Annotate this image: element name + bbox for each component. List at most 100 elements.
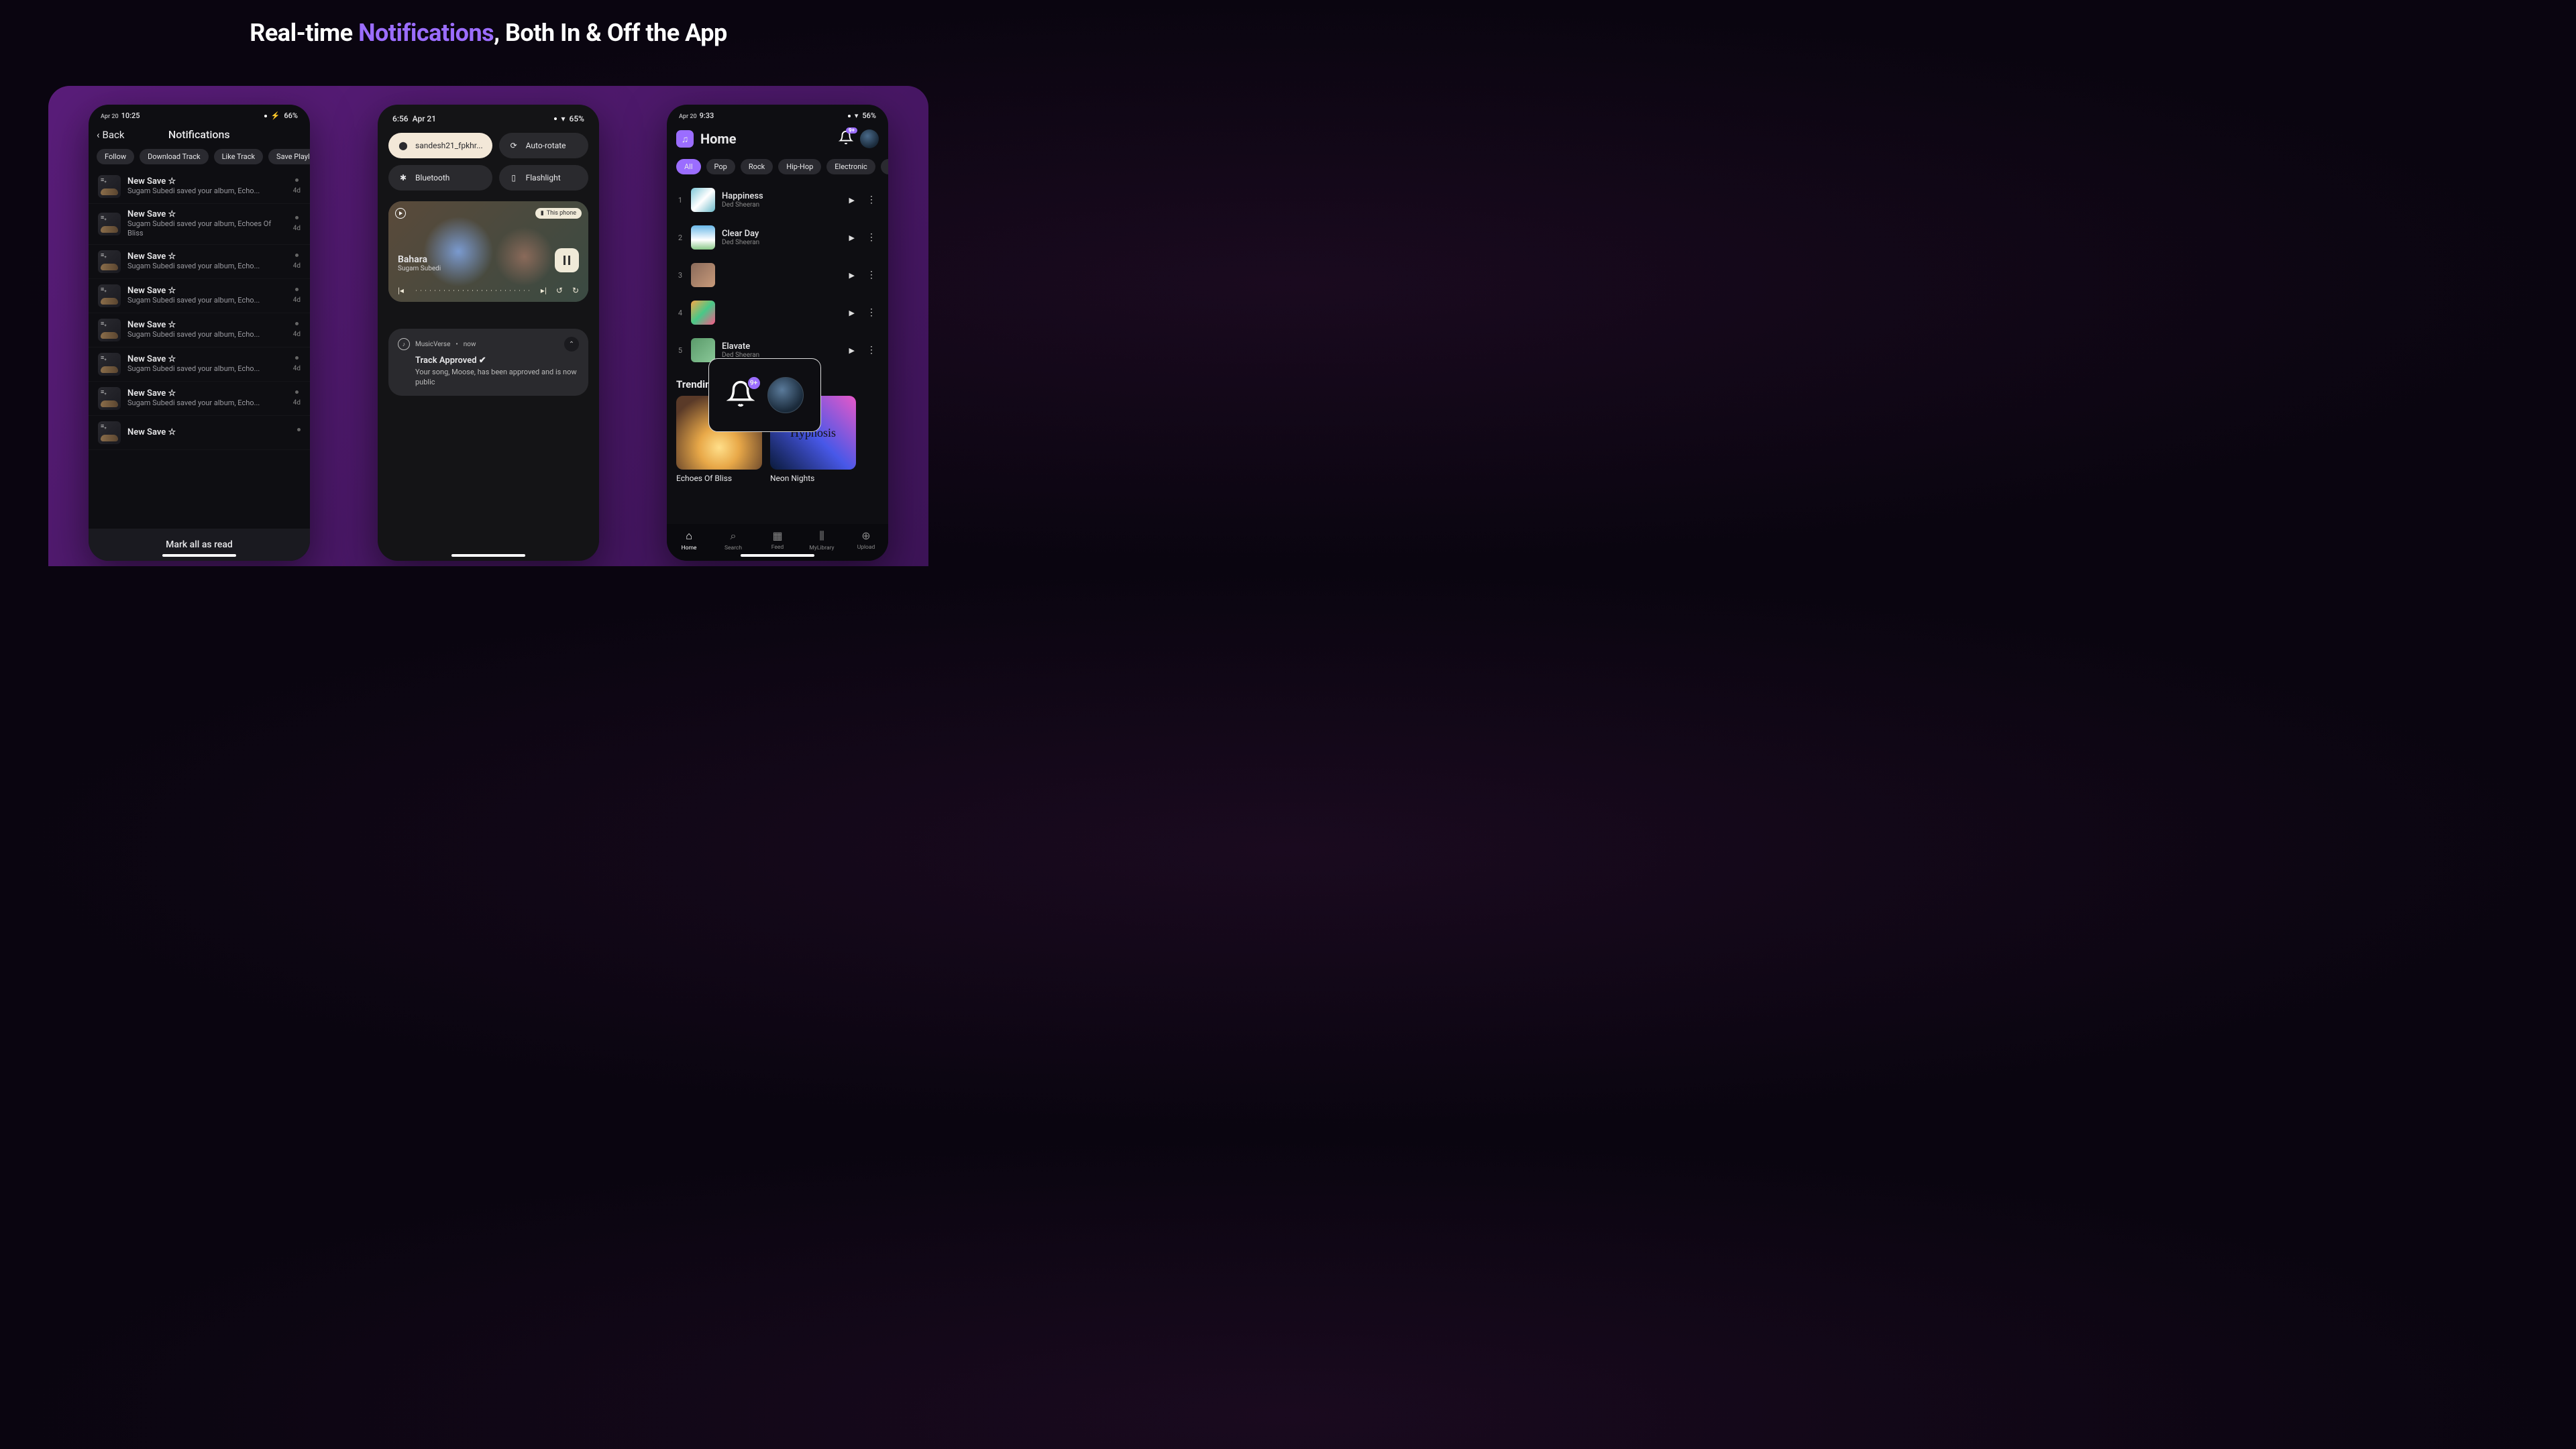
notif-time: 4d (293, 399, 301, 407)
more-button[interactable]: ⋮ (864, 195, 879, 205)
track-list: 1 Happiness Ded Sheeran ▶ ⋮ 2 Clear Day … (667, 178, 888, 372)
pause-button[interactable] (555, 248, 579, 272)
notif-thumb (98, 353, 121, 376)
tile-bluetooth[interactable]: ✱ Bluetooth (388, 165, 492, 191)
genre-chips: All Pop Rock Hip-Hop Electronic R& (667, 155, 888, 178)
notification-callout: 9+ (708, 358, 821, 432)
tile-autorotate[interactable]: ⟳ Auto-rotate (499, 133, 588, 158)
quick-settings: ⬤ sandesh21_fpkhr... ⟳ Auto-rotate ✱ Blu… (378, 127, 599, 196)
notif-title: New Save ☆ (127, 252, 286, 262)
track-row[interactable]: 3 ▶ ⋮ (672, 256, 883, 294)
play-button[interactable]: ▶ (847, 231, 857, 245)
seek-bar[interactable] (412, 288, 533, 293)
repeat-button[interactable]: ↺ (556, 286, 563, 295)
more-button[interactable]: ⋮ (864, 233, 879, 243)
unread-dot-icon (295, 390, 299, 394)
unread-dot-icon (295, 178, 299, 182)
track-row[interactable]: 4 ▶ ⋮ (672, 294, 883, 331)
notification-item[interactable]: New Save ☆ Sugam Subedi saved your album… (89, 170, 310, 204)
upload-icon: ⊕ (861, 529, 870, 542)
tab-mylibrary[interactable]: ⫼MyLibrary (800, 529, 844, 551)
notif-thumb (98, 250, 121, 273)
home-indicator (741, 554, 814, 557)
track-number: 1 (676, 196, 684, 205)
more-button[interactable]: ⋮ (864, 308, 879, 318)
play-button[interactable]: ▶ (847, 268, 857, 282)
notif-thumb (98, 421, 121, 444)
filter-follow[interactable]: Follow (97, 149, 134, 164)
tab-upload[interactable]: ⊕Upload (844, 529, 888, 551)
system-notification[interactable]: ♪ MusicVerse • now ⌃ Track Approved ✔ Yo… (388, 329, 588, 396)
track-row[interactable]: 1 Happiness Ded Sheeran ▶ ⋮ (672, 181, 883, 219)
notif-time: 4d (293, 225, 301, 232)
genre-chip[interactable]: All (676, 159, 701, 174)
notif-title: New Save ☆ (127, 354, 286, 364)
play-button[interactable]: ▶ (847, 193, 857, 207)
track-art (691, 225, 715, 250)
search-icon: ⌕ (731, 529, 737, 543)
collapse-button[interactable]: ⌃ (564, 337, 579, 352)
notification-badge-large: 9+ (747, 376, 761, 390)
track-row[interactable]: 2 Clear Day Ded Sheeran ▶ ⋮ (672, 219, 883, 256)
notif-time: 4d (293, 331, 301, 338)
loop-button[interactable]: ↻ (572, 286, 579, 295)
genre-chip[interactable]: Pop (706, 159, 735, 174)
genre-chip[interactable]: Rock (741, 159, 773, 174)
home-indicator (162, 554, 236, 557)
filter-save[interactable]: Save Playlist (268, 149, 310, 164)
phone-home: Apr 209:33 ▾56% ♫ Home 9+ AllPopRockHip-… (667, 105, 888, 561)
avatar-large (767, 377, 804, 413)
genre-chip[interactable]: Electronic (826, 159, 875, 174)
unread-dot-icon (295, 254, 299, 257)
notif-thumb (98, 175, 121, 198)
genre-chip[interactable]: R& (881, 159, 888, 174)
next-button[interactable]: ▸| (541, 286, 547, 295)
headline: Real-time Notifications, Both In & Off t… (0, 19, 977, 47)
play-button[interactable]: ▶ (847, 343, 857, 358)
filter-like[interactable]: Like Track (214, 149, 263, 164)
avatar[interactable] (860, 129, 879, 148)
album-title: Echoes Of Bliss (676, 474, 762, 483)
notification-item[interactable]: New Save ☆ Sugam Subedi saved your album… (89, 279, 310, 313)
prev-button[interactable]: |◂ (398, 286, 404, 295)
output-device-chip[interactable]: ▮ This phone (535, 208, 582, 219)
notification-item[interactable]: New Save ☆ Sugam Subedi saved your album… (89, 313, 310, 347)
notification-badge: 9+ (846, 127, 857, 133)
home-indicator (451, 554, 525, 557)
tile-wifi[interactable]: ⬤ sandesh21_fpkhr... (388, 133, 492, 158)
rotate-icon: ⟳ (508, 141, 519, 150)
feed-icon: ▦ (772, 529, 782, 542)
more-button[interactable]: ⋮ (864, 345, 879, 356)
track-title: Elavate (722, 341, 840, 352)
track-number: 4 (676, 309, 684, 317)
tab-home[interactable]: ⌂Home (667, 529, 711, 551)
track-artist: Ded Sheeran (722, 201, 840, 209)
tile-flashlight[interactable]: ▯ Flashlight (499, 165, 588, 191)
notification-list[interactable]: New Save ☆ Sugam Subedi saved your album… (89, 170, 310, 450)
media-player-card[interactable]: ▮ This phone Bahara Sugam Subedi |◂ ▸| ↺… (388, 201, 588, 302)
home-icon: ⌂ (686, 529, 692, 543)
notification-item[interactable]: New Save ☆ Sugam Subedi saved your album… (89, 382, 310, 416)
notif-subtitle: Sugam Subedi saved your album, Echo... (127, 364, 286, 374)
notifications-button[interactable]: 9+ (839, 130, 853, 148)
notif-title: Track Approved ✔ (415, 356, 579, 366)
notif-time: 4d (293, 262, 301, 270)
notification-item[interactable]: New Save ☆ Sugam Subedi saved your album… (89, 245, 310, 279)
phone-system-shade: 6:56 Apr 21 ▾65% ⬤ sandesh21_fpkhr... ⟳ … (378, 105, 599, 561)
notification-item[interactable]: New Save ☆ Sugam Subedi saved your album… (89, 347, 310, 382)
notification-item[interactable]: New Save ☆ (89, 416, 310, 450)
tab-feed[interactable]: ▦Feed (755, 529, 800, 551)
play-button[interactable]: ▶ (847, 306, 857, 320)
unread-dot-icon (295, 216, 299, 219)
notification-item[interactable]: New Save ☆ Sugam Subedi saved your album… (89, 204, 310, 245)
filter-download[interactable]: Download Track (140, 149, 208, 164)
notif-subtitle: Sugam Subedi saved your album, Echo... (127, 398, 286, 408)
phone-notifications: Apr 2010:25 ⚡66% ‹ Back Notifications Fo… (89, 105, 310, 561)
back-button[interactable]: ‹ Back (97, 129, 124, 141)
notif-thumb (98, 213, 121, 235)
genre-chip[interactable]: Hip-Hop (778, 159, 821, 174)
tab-search[interactable]: ⌕Search (711, 529, 755, 551)
track-number: 3 (676, 271, 684, 280)
more-button[interactable]: ⋮ (864, 270, 879, 280)
track-number: 5 (676, 346, 684, 355)
